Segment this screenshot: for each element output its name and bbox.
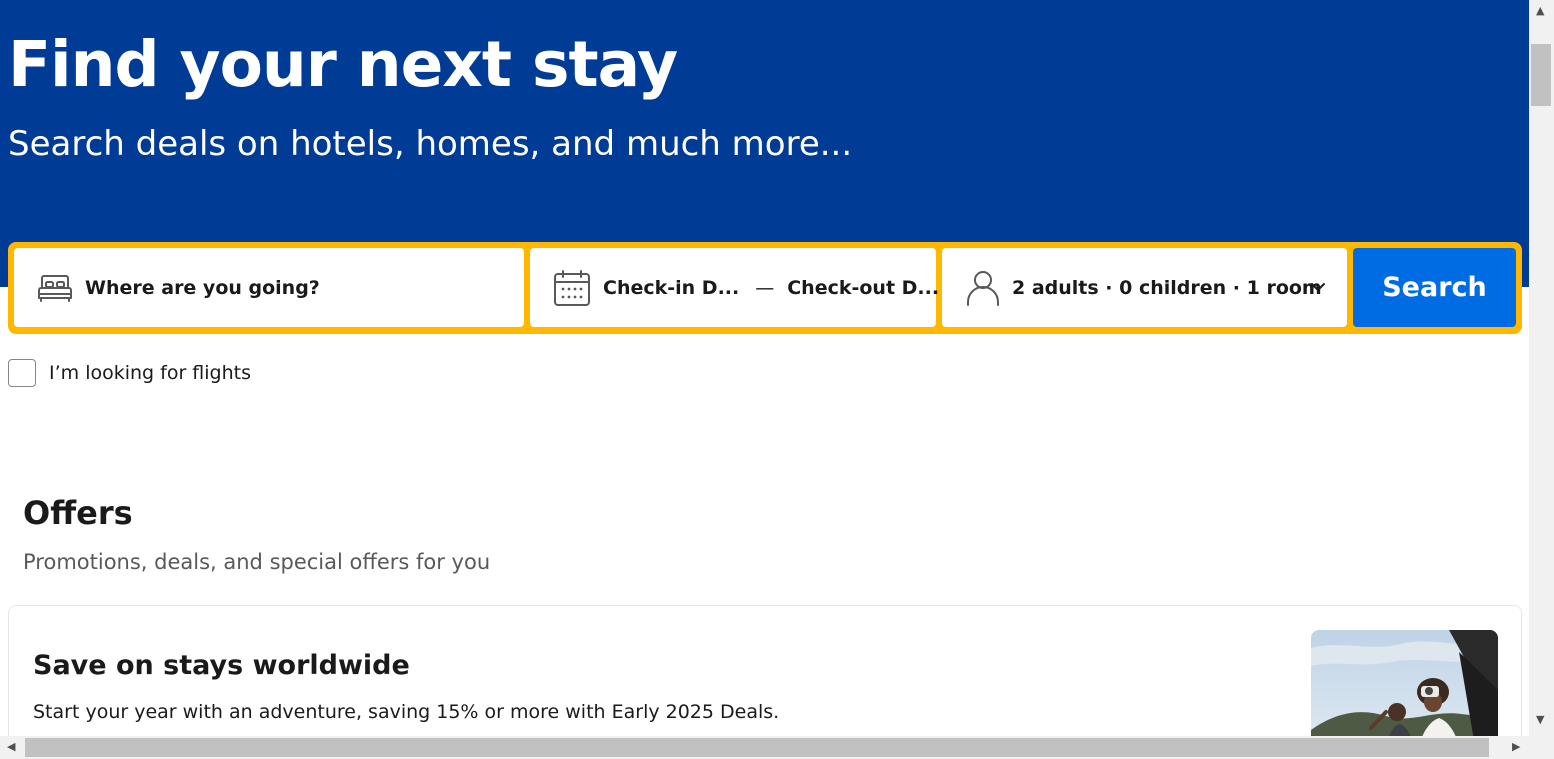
chevron-down-icon[interactable] <box>1309 278 1327 300</box>
flights-checkbox-label[interactable]: I’m looking for flights <box>49 362 251 384</box>
scroll-up-arrow-icon[interactable]: ▲ <box>1536 5 1544 16</box>
search-bar: Where are you going? Check-in D... — Che… <box>8 242 1522 334</box>
hero-title: Find your next stay <box>8 28 678 101</box>
dates-field[interactable]: Check-in D... — Check-out D... <box>530 248 939 327</box>
checkin-date[interactable]: Check-in D... <box>603 277 739 299</box>
search-button[interactable]: Search <box>1353 248 1516 327</box>
flights-option[interactable]: I’m looking for flights <box>8 359 251 387</box>
occupancy-field[interactable]: 2 adults · 0 children · 1 room <box>942 248 1347 327</box>
page-viewport: Find your next stay Search deals on hote… <box>0 0 1529 736</box>
scrollbar-corner <box>1529 736 1554 759</box>
flights-checkbox[interactable] <box>8 359 36 387</box>
vertical-scrollbar-thumb[interactable] <box>1531 44 1551 106</box>
occupancy-summary[interactable]: 2 adults · 0 children · 1 room <box>1012 277 1322 299</box>
scroll-left-arrow-icon[interactable]: ◀ <box>7 741 15 752</box>
vertical-scrollbar[interactable]: ▲ ▼ <box>1529 0 1554 736</box>
bed-icon <box>37 272 73 304</box>
horizontal-scrollbar[interactable]: ◀ ▶ <box>0 736 1529 759</box>
date-separator: — <box>755 276 775 299</box>
person-icon <box>966 269 1000 307</box>
offer-card-description: Start your year with an adventure, savin… <box>33 701 780 723</box>
calendar-icon <box>553 269 591 307</box>
scroll-down-arrow-icon[interactable]: ▼ <box>1536 714 1544 725</box>
horizontal-scrollbar-thumb[interactable] <box>25 738 1489 757</box>
offer-card[interactable]: Save on stays worldwide Start your year … <box>8 605 1522 736</box>
hero-subtitle: Search deals on hotels, homes, and much … <box>8 124 853 164</box>
destination-field[interactable]: Where are you going? <box>14 248 524 327</box>
destination-input[interactable]: Where are you going? <box>85 277 320 299</box>
offer-card-title: Save on stays worldwide <box>33 650 410 681</box>
offers-heading: Offers <box>23 494 133 532</box>
scroll-right-arrow-icon[interactable]: ▶ <box>1512 741 1520 752</box>
checkout-date[interactable]: Check-out D... <box>787 277 939 299</box>
offer-card-image <box>1311 630 1498 736</box>
offers-subheading: Promotions, deals, and special offers fo… <box>23 550 491 574</box>
